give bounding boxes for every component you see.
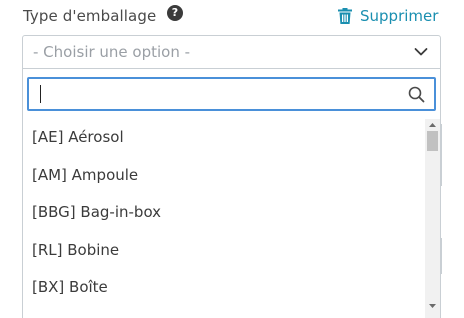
options-list: [AE] Aérosol [AM] Ampoule [BBG] Bag-in-b…: [23, 119, 425, 318]
question-circle-icon[interactable]: ?: [167, 5, 183, 21]
delete-label: Supprimer: [360, 7, 439, 25]
background-field-edge: [441, 124, 442, 186]
search-input[interactable]: [29, 79, 415, 109]
option-boite[interactable]: [BX] Boîte: [23, 269, 425, 307]
packaging-type-field: Type d'emballage ? Supprimer - Choisir u…: [0, 0, 464, 318]
search-icon: [408, 86, 425, 103]
options-dropdown: [AE] Aérosol [AM] Ampoule [BBG] Bag-in-b…: [22, 69, 441, 318]
background-field-edge: [441, 238, 442, 274]
option-bobine[interactable]: [RL] Bobine: [23, 232, 425, 270]
field-label: Type d'emballage: [23, 7, 157, 25]
option-ampoule[interactable]: [AM] Ampoule: [23, 157, 425, 195]
delete-button[interactable]: Supprimer: [338, 6, 438, 26]
text-caret: [40, 85, 41, 103]
option-aerosol[interactable]: [AE] Aérosol: [23, 119, 425, 157]
packaging-type-select[interactable]: - Choisir une option -: [22, 35, 441, 69]
scroll-thumb[interactable]: [427, 131, 438, 151]
scroll-up-arrow-icon[interactable]: [425, 119, 440, 131]
search-box: [27, 77, 436, 111]
option-bag-in-box[interactable]: [BBG] Bag-in-box: [23, 194, 425, 232]
options-scrollbar[interactable]: [425, 119, 440, 318]
chevron-down-icon: [414, 48, 428, 56]
scroll-down-arrow-icon[interactable]: [425, 300, 440, 312]
select-placeholder: - Choisir une option -: [33, 43, 191, 61]
trash-icon: [338, 8, 352, 24]
